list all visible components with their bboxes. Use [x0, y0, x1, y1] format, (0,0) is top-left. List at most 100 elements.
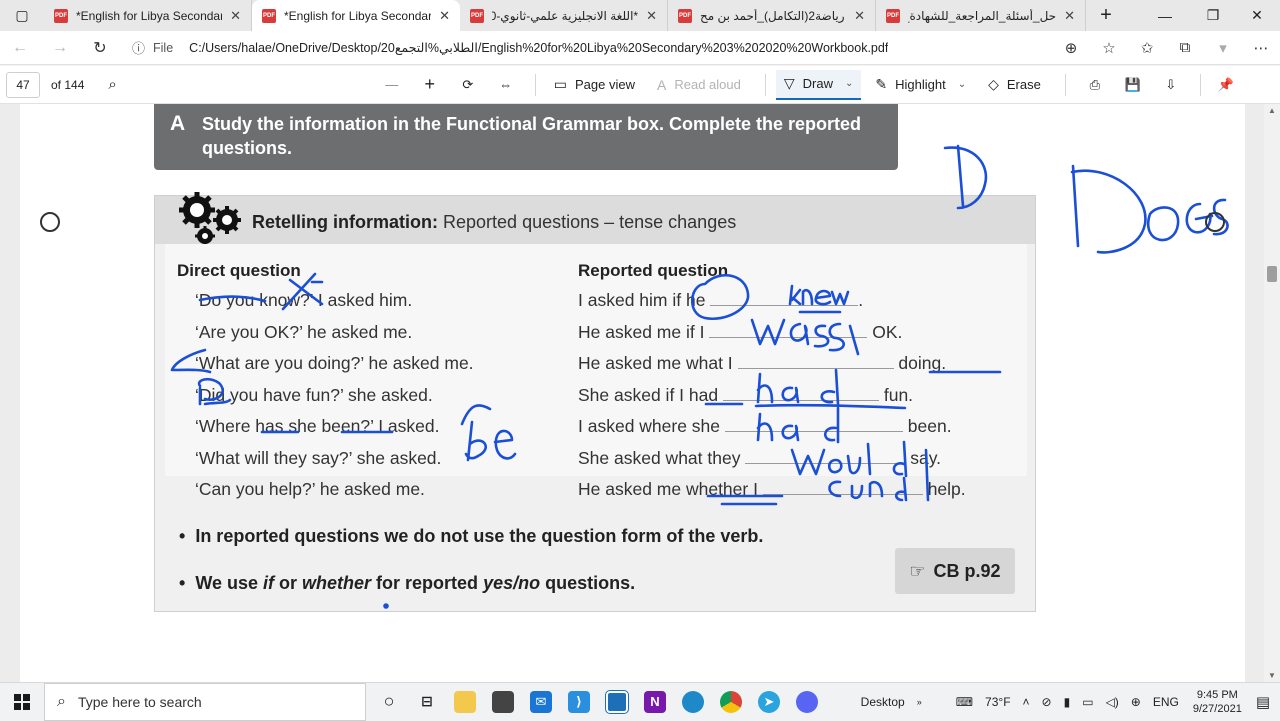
- close-icon[interactable]: ✕: [230, 8, 241, 24]
- more-icon[interactable]: ⋯: [1242, 39, 1280, 57]
- close-icon[interactable]: ✕: [1064, 8, 1075, 24]
- tab-4[interactable]: PDF رياضة2(التكامل)_أحمد بن مح ✕: [668, 0, 876, 31]
- microphone-icon[interactable]: ▮: [1064, 695, 1071, 709]
- read-aloud-button[interactable]: A Read aloud: [649, 70, 749, 100]
- collections-icon[interactable]: ⧉: [1166, 39, 1204, 56]
- volume-icon[interactable]: ◁): [1106, 695, 1119, 709]
- forward-icon[interactable]: →: [40, 31, 80, 65]
- favorites-icon[interactable]: ✩: [1128, 39, 1166, 57]
- direct-row: ‘What are you doing?’ he asked me.: [195, 353, 474, 373]
- close-icon[interactable]: ✕: [646, 8, 657, 24]
- tab-2[interactable]: PDF *English for Libya Secondary ✕: [252, 0, 460, 31]
- add-favorite-icon[interactable]: ☆: [1090, 39, 1128, 57]
- rotate-icon[interactable]: ⟳: [449, 77, 487, 93]
- erase-button[interactable]: ◇ Erase: [980, 70, 1049, 100]
- draw-button[interactable]: ▽ Draw ⌄: [775, 69, 862, 100]
- pin-icon[interactable]: 📌: [1211, 77, 1241, 93]
- find-icon[interactable]: ⌕: [108, 76, 116, 93]
- onenote-icon[interactable]: N: [636, 683, 674, 721]
- profile-icon[interactable]: ▾: [1204, 39, 1242, 57]
- save-as-icon[interactable]: ⇩: [1152, 77, 1190, 93]
- notifications-icon[interactable]: ▤: [1256, 693, 1270, 711]
- search-icon: ⌕: [57, 692, 66, 710]
- eraser-icon: ◇: [988, 76, 999, 92]
- separator: [1064, 73, 1066, 96]
- zoom-out-icon[interactable]: —: [373, 77, 411, 92]
- network-icon[interactable]: ▭: [1082, 695, 1093, 709]
- app-icon[interactable]: [598, 683, 636, 721]
- weather-icon[interactable]: ⌨: [956, 695, 973, 709]
- desktop-toolbar[interactable]: Desktop: [861, 695, 905, 709]
- mail-icon[interactable]: ✉: [522, 683, 560, 721]
- chevron-down-icon[interactable]: ⌄: [845, 78, 853, 89]
- exercise-letter: A: [170, 112, 186, 135]
- highlight-label: Highlight: [895, 77, 946, 92]
- url-field[interactable]: ⓘ File C:/Users/halae/OneDrive/Desktop/ا…: [126, 35, 1052, 61]
- security-icon[interactable]: ⊘: [1042, 695, 1052, 709]
- back-icon[interactable]: ←: [0, 31, 40, 65]
- direct-row: ‘Can you help?’ he asked me.: [195, 479, 425, 499]
- discord-icon[interactable]: [788, 683, 826, 721]
- maximize-icon[interactable]: ❐: [1190, 0, 1236, 31]
- clock-time: 9:45 PM: [1196, 689, 1238, 701]
- separator: [534, 73, 536, 96]
- windows-start-icon[interactable]: [0, 683, 44, 721]
- system-tray: Desktop » ⌨ 73°F ˄ ⊘ ▮ ▭ ◁) ⊕ ENG 9:45 P…: [855, 683, 1280, 721]
- tab-3[interactable]: PDF *اللغة الانجليزية علمي-ثانوي-0 ✕: [460, 0, 668, 31]
- task-view-icon[interactable]: ⊟: [408, 683, 446, 721]
- clock[interactable]: 9:45 PM 9/27/2021: [1193, 688, 1242, 716]
- highlight-icon: ✎: [875, 76, 888, 92]
- page-number-input[interactable]: 47: [6, 71, 40, 98]
- store-icon[interactable]: [484, 683, 522, 721]
- vscode-icon[interactable]: ⟩: [560, 683, 598, 721]
- print-icon[interactable]: ⎙: [1076, 77, 1114, 93]
- weather-text[interactable]: 73°F: [985, 695, 1010, 709]
- reported-row: He asked me what I doing.: [578, 353, 946, 374]
- scrollbar-thumb[interactable]: [1267, 266, 1277, 282]
- zoom-in-icon[interactable]: +: [411, 74, 449, 95]
- reported-text: fun.: [883, 385, 914, 405]
- close-icon[interactable]: ✕: [439, 8, 450, 24]
- edge-icon[interactable]: [674, 683, 712, 721]
- highlight-button[interactable]: ✎ Highlight ⌄: [867, 70, 974, 100]
- zoom-icon[interactable]: ⊕: [1052, 39, 1090, 57]
- page-view-button[interactable]: ▭ Page view: [546, 70, 643, 100]
- close-window-icon[interactable]: ✕: [1234, 0, 1280, 31]
- save-icon[interactable]: 💾: [1114, 77, 1152, 93]
- reported-text: He asked me whether I: [578, 479, 758, 499]
- tab-1[interactable]: PDF *English for Libya Secondary ✕: [44, 0, 252, 31]
- scroll-down-icon[interactable]: ▼: [1268, 671, 1276, 680]
- info-icon[interactable]: ⓘ: [132, 38, 145, 57]
- language-indicator[interactable]: ENG: [1153, 695, 1179, 709]
- scroll-up-icon[interactable]: ▲: [1268, 106, 1276, 115]
- telegram-icon[interactable]: ➤: [750, 683, 788, 721]
- separator: [764, 73, 766, 96]
- file-explorer-icon[interactable]: [446, 683, 484, 721]
- rule-text: questions.: [540, 573, 636, 593]
- chevron-up-icon[interactable]: ˄: [1023, 695, 1030, 709]
- chrome-icon[interactable]: [712, 683, 750, 721]
- close-icon[interactable]: ✕: [854, 8, 865, 24]
- chevron-down-icon[interactable]: ⌄: [958, 79, 966, 90]
- tab-title: *English for Libya Secondary: [284, 8, 432, 23]
- answer-blank: [745, 450, 906, 464]
- tab-list: PDF *English for Libya Secondary ✕ PDF *…: [44, 0, 1126, 31]
- pdf-viewport[interactable]: A Study the information in the Functiona…: [0, 104, 1280, 682]
- taskbar-search-input[interactable]: ⌕ Type here to search: [44, 682, 366, 721]
- chevron-right-icon[interactable]: »: [917, 697, 922, 707]
- refresh-icon[interactable]: ↻: [80, 31, 120, 65]
- reported-question-heading: Reported question: [578, 261, 729, 280]
- reported-text: doing.: [898, 353, 947, 373]
- cortana-icon[interactable]: ○: [370, 683, 408, 721]
- reported-text: She asked what they: [578, 448, 741, 468]
- tab-strip: ▢ PDF *English for Libya Secondary ✕ PDF…: [0, 0, 1280, 31]
- fit-page-icon[interactable]: ⇔: [487, 77, 525, 92]
- vertical-scrollbar[interactable]: ▲ ▼: [1264, 104, 1280, 682]
- tab-5[interactable]: PDF حل_أسئلة_المراجعة_للشهادة_ال ✕: [876, 0, 1086, 31]
- new-tab-button[interactable]: +: [1086, 0, 1126, 31]
- answer-blank: [722, 387, 879, 401]
- minimize-icon[interactable]: —: [1142, 0, 1188, 31]
- tab-actions-icon[interactable]: ▢: [0, 0, 44, 31]
- globe-icon[interactable]: ⊕: [1131, 695, 1141, 709]
- direct-row: ‘What will they say?’ she asked.: [195, 448, 442, 468]
